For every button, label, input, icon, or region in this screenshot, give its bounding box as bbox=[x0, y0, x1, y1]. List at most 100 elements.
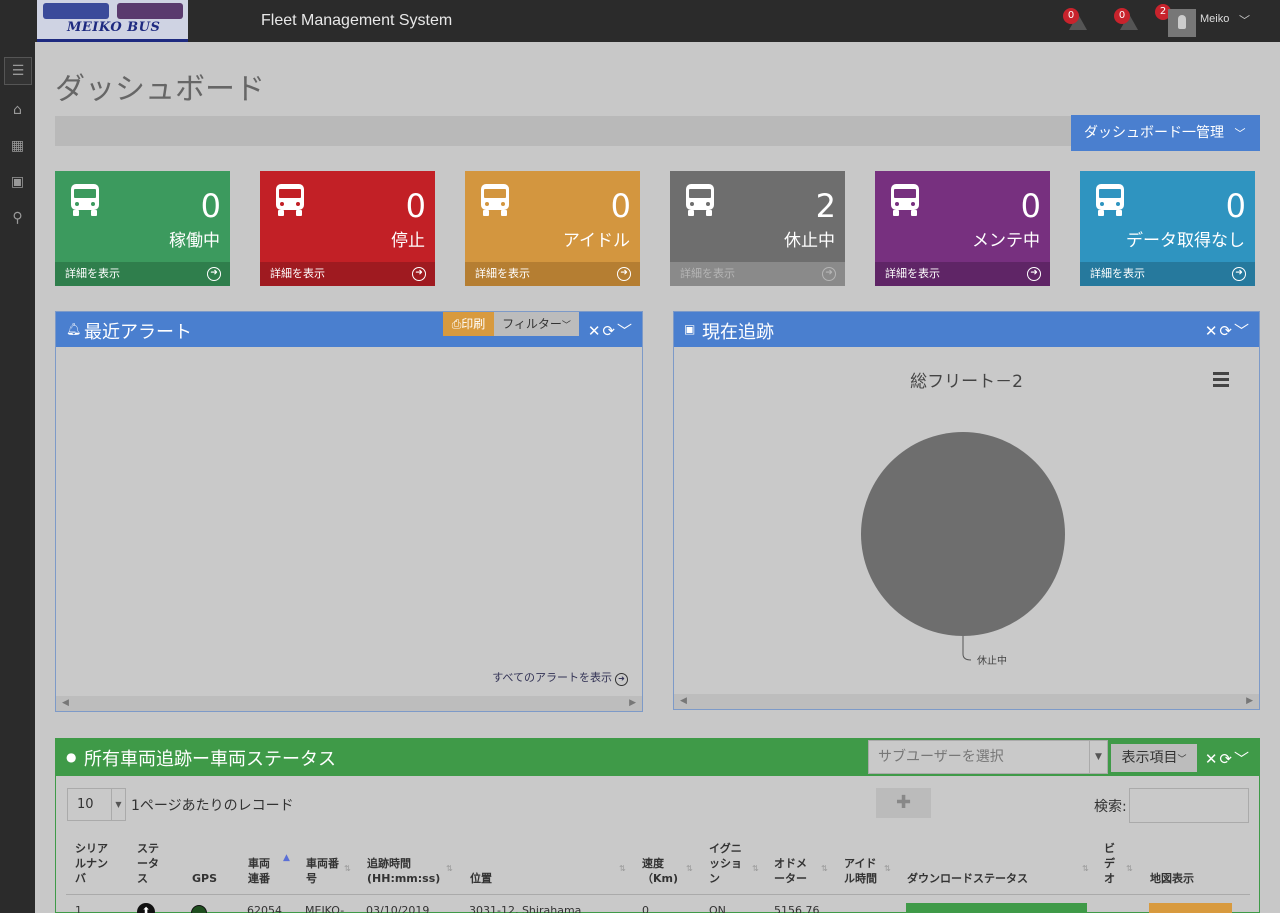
recent-alerts-panel: 🔔︎ 最近アラート ⎙印刷 フィルター﹀ ✕⟳﹀ すべてのアラートを表示 ➜ ◀ … bbox=[55, 311, 643, 712]
globe-icon: ● bbox=[66, 750, 77, 764]
column-header-serial[interactable]: シリアルナンバ bbox=[75, 841, 115, 886]
arrow-right-icon: ➜ bbox=[822, 267, 836, 281]
refresh-icon[interactable]: ⟳ bbox=[1219, 750, 1234, 768]
column-header-odometer[interactable]: オドメーター bbox=[774, 856, 812, 886]
close-icon[interactable]: ✕ bbox=[1205, 322, 1220, 340]
collapse-icon[interactable]: ﹀ bbox=[617, 322, 634, 340]
arrow-right-icon: ➜ bbox=[617, 267, 631, 281]
column-header-map[interactable]: 地図表示 bbox=[1150, 871, 1194, 886]
chevron-down-icon: ﹀ bbox=[1239, 14, 1250, 27]
alert-notification-button[interactable]: 0 bbox=[1063, 8, 1089, 34]
home-icon[interactable]: ⌂ bbox=[0, 95, 35, 125]
tile-label: 停止 bbox=[391, 231, 425, 251]
close-icon[interactable]: ✕ bbox=[1205, 750, 1220, 768]
scroll-left-icon[interactable]: ◀ bbox=[680, 696, 687, 706]
sort-icon[interactable]: ⇅ bbox=[619, 864, 626, 873]
chevron-down-icon: ﹀ bbox=[1234, 127, 1246, 140]
puzzle-icon[interactable]: ✚ bbox=[876, 788, 931, 818]
sort-icon[interactable]: ⇅ bbox=[1082, 864, 1089, 873]
table-icon[interactable]: ▦ bbox=[0, 131, 35, 161]
column-header-vehicle-no[interactable]: 車両番号 bbox=[306, 856, 342, 886]
tile-details-link[interactable]: 詳細を表示 ➜ bbox=[875, 262, 1050, 286]
status-tile[interactable]: 0 データ取得なし 詳細を表示 ➜ bbox=[1080, 171, 1255, 286]
column-header-track-time[interactable]: 追跡時間 (HH:mm:ss) bbox=[367, 856, 447, 886]
status-arrow-icon: ⬆ bbox=[137, 903, 155, 913]
map-marker-icon[interactable]: ⚲ bbox=[0, 203, 35, 233]
view-all-alerts-link[interactable]: すべてのアラートを表示 ➜ bbox=[492, 669, 628, 686]
brand-logo[interactable]: MEIKO BUS bbox=[37, 0, 188, 42]
arrow-right-icon: ➜ bbox=[207, 267, 221, 281]
sort-icon[interactable]: ⇅ bbox=[344, 864, 351, 873]
bell-icon: 🔔︎ bbox=[66, 322, 82, 336]
bus-icon[interactable]: ▣ bbox=[0, 167, 35, 197]
column-header-download-status[interactable]: ダウンロードステータス bbox=[907, 871, 1028, 886]
filter-dropdown[interactable]: フィルター﹀ bbox=[494, 312, 579, 336]
pie-slice[interactable] bbox=[861, 432, 1065, 636]
horizontal-scrollbar[interactable]: ◀ ▶ bbox=[674, 694, 1259, 709]
arrow-right-icon: ➜ bbox=[1027, 267, 1041, 281]
tile-details-link[interactable]: 詳細を表示 ➜ bbox=[465, 262, 640, 286]
panel-tools: ✕⟳﹀ bbox=[1205, 748, 1251, 769]
page-title: ダッシュボード bbox=[55, 72, 265, 107]
column-header-speed[interactable]: 速度（Km) bbox=[642, 856, 680, 886]
panel-title: 現在追跡 bbox=[702, 322, 774, 343]
arrow-right-icon: ➜ bbox=[615, 673, 628, 686]
filter-label: フィルター bbox=[502, 317, 562, 331]
panel-tools: ✕⟳﹀ bbox=[1205, 320, 1251, 341]
view-all-alerts-label: すべてのアラートを表示 bbox=[492, 671, 612, 684]
search-input[interactable] bbox=[1129, 788, 1249, 823]
menu-toggle-icon[interactable]: ☰ bbox=[4, 57, 32, 85]
tile-label: 休止中 bbox=[784, 231, 835, 251]
refresh-icon[interactable]: ⟳ bbox=[602, 322, 617, 340]
sort-icon[interactable]: ⇅ bbox=[821, 864, 828, 873]
tile-details-link[interactable]: 詳細を表示 ➜ bbox=[260, 262, 435, 286]
column-header-idle-time[interactable]: アイドル時間 bbox=[844, 856, 882, 886]
status-tile[interactable]: 0 メンテ中 詳細を表示 ➜ bbox=[875, 171, 1050, 286]
dashboard-management-button[interactable]: ダッシュボード一管理 ﹀ bbox=[1071, 115, 1260, 151]
tile-details-link[interactable]: 詳細を表示 ➜ bbox=[670, 262, 845, 286]
print-button[interactable]: ⎙印刷 bbox=[443, 312, 494, 336]
scroll-right-icon[interactable]: ▶ bbox=[1246, 696, 1253, 706]
status-tile[interactable]: 0 アイドル 詳細を表示 ➜ bbox=[465, 171, 640, 286]
arrow-right-icon: ➜ bbox=[412, 267, 426, 281]
sort-icon[interactable]: ⇅ bbox=[446, 864, 453, 873]
status-tile[interactable]: 0 停止 詳細を表示 ➜ bbox=[260, 171, 435, 286]
caret-down-icon: ▼ bbox=[1089, 741, 1107, 773]
column-header-gps[interactable]: GPS bbox=[192, 871, 217, 886]
sort-icon[interactable]: ⇅ bbox=[1126, 864, 1133, 873]
tile-count: 0 bbox=[1225, 187, 1246, 225]
refresh-icon[interactable]: ⟳ bbox=[1219, 322, 1234, 340]
sort-icon[interactable]: ⇅ bbox=[686, 864, 693, 873]
sort-icon[interactable]: ⇅ bbox=[884, 864, 891, 873]
close-icon[interactable]: ✕ bbox=[588, 322, 603, 340]
tile-details-label: 詳細を表示 bbox=[885, 267, 940, 280]
scroll-left-icon[interactable]: ◀ bbox=[62, 698, 69, 708]
collapse-icon[interactable]: ﹀ bbox=[1234, 750, 1251, 768]
sort-ascending-icon[interactable]: ▲ bbox=[283, 853, 290, 863]
column-header-location[interactable]: 位置 bbox=[470, 871, 492, 886]
sort-icon[interactable]: ⇅ bbox=[752, 864, 759, 873]
page-length-select[interactable]: 10 ▼ bbox=[67, 788, 126, 821]
panel-header: ▣ 現在追跡 ✕⟳﹀ bbox=[674, 312, 1259, 347]
status-tile[interactable]: 0 稼働中 詳細を表示 ➜ bbox=[55, 171, 230, 286]
alert-notification-button[interactable]: 0 bbox=[1114, 8, 1140, 34]
column-header-video[interactable]: ビデオ bbox=[1104, 841, 1117, 886]
horizontal-scrollbar[interactable]: ◀ ▶ bbox=[56, 696, 642, 711]
column-header-status[interactable]: ステータス bbox=[137, 841, 167, 886]
tile-details-link[interactable]: 詳細を表示 ➜ bbox=[55, 262, 230, 286]
collapse-icon[interactable]: ﹀ bbox=[1234, 322, 1251, 340]
alert-count-badge: 0 bbox=[1114, 8, 1130, 24]
status-tile[interactable]: 2 休止中 詳細を表示 ➜ bbox=[670, 171, 845, 286]
column-header-vehicle-seq[interactable]: 車両連番 bbox=[248, 856, 274, 886]
cell-location[interactable]: 3031-12, Shirahama bbox=[469, 904, 581, 913]
tile-details-label: 詳細を表示 bbox=[475, 267, 530, 280]
subuser-select[interactable]: サブユーザーを選択 ▼ bbox=[868, 740, 1108, 774]
column-header-ignition[interactable]: イグニッション bbox=[709, 841, 745, 886]
scroll-right-icon[interactable]: ▶ bbox=[629, 698, 636, 708]
tile-details-link[interactable]: 詳細を表示 ➜ bbox=[1080, 262, 1255, 286]
cell-serial: 1 bbox=[75, 904, 82, 913]
logo-text: MEIKO BUS bbox=[67, 20, 161, 35]
download-status-button[interactable] bbox=[906, 903, 1087, 913]
columns-button[interactable]: 表示項目﹀ bbox=[1111, 744, 1197, 772]
map-view-button[interactable] bbox=[1149, 903, 1232, 913]
